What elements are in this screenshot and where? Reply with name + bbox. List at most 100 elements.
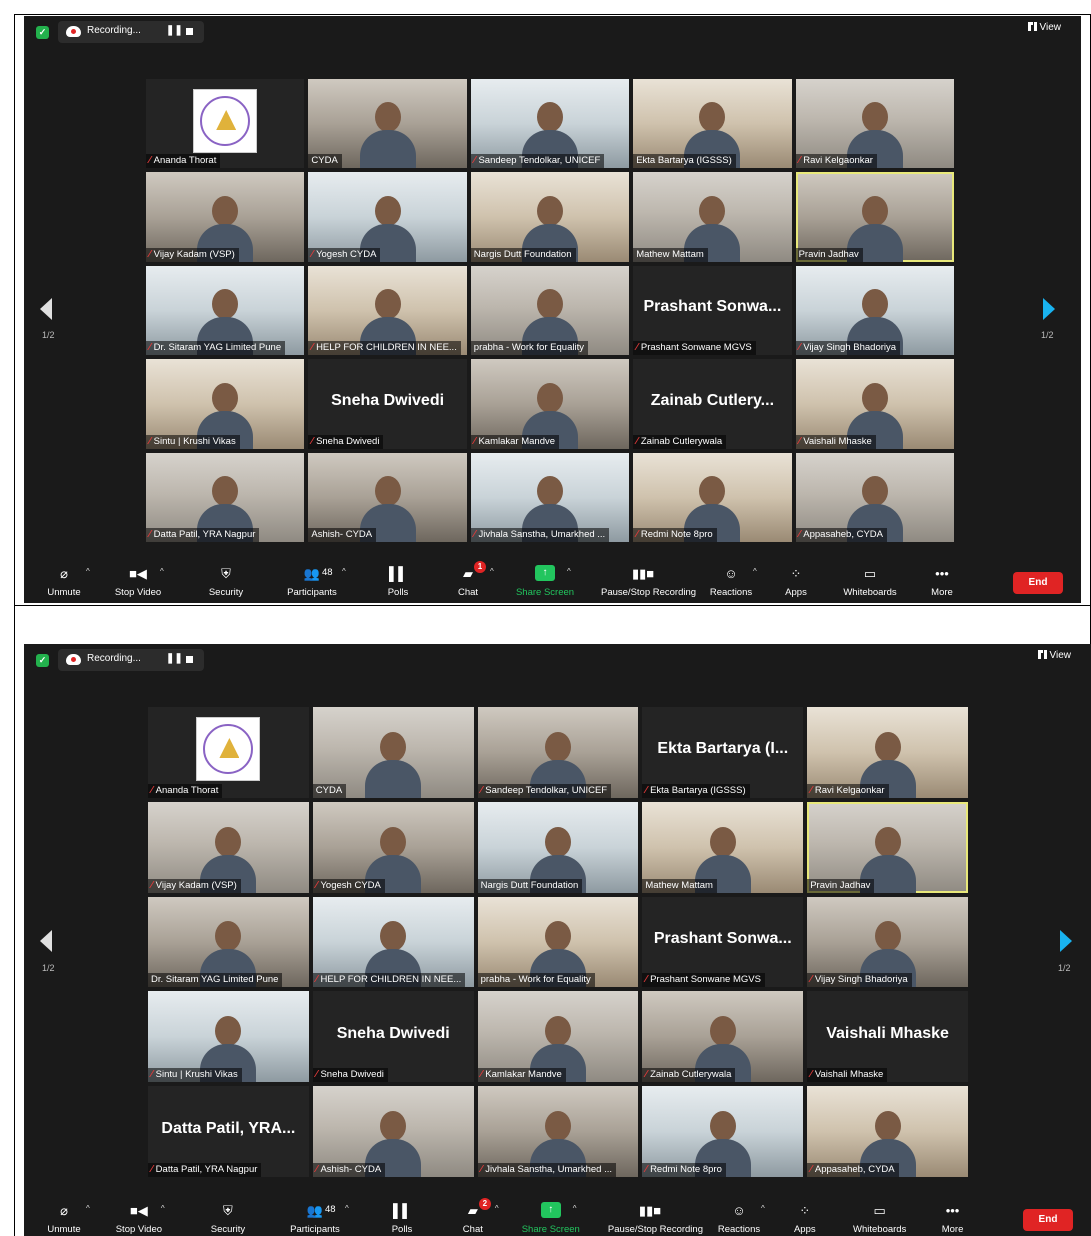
participant-tile[interactable]: Mathew Mattam	[633, 172, 792, 262]
pause-recording-icon[interactable]: ❚❚	[166, 25, 183, 36]
participant-tile[interactable]: Ekta Bartarya (I... ⁄ Ekta Bartarya (IGSSS…	[642, 707, 804, 798]
participant-tile[interactable]: Sneha Dwivedi ⁄ Sneha Dwivedi	[312, 991, 474, 1083]
whiteboards-button[interactable]: ▭ Whiteboards	[830, 559, 910, 603]
chevron-up-icon[interactable]: ^	[345, 1204, 349, 1213]
participant-tile[interactable]: ⁄ Ravi Kelgaonkar	[807, 707, 968, 798]
stop-video-button[interactable]: ■◀ ^ Stop Video	[99, 1196, 179, 1236]
chevron-up-icon[interactable]: ^	[573, 1204, 577, 1213]
unmute-button[interactable]: ⌀ ^ Unmute	[24, 1196, 104, 1236]
more-button[interactable]: ••• More	[913, 1196, 993, 1236]
end-meeting-button[interactable]: End	[1013, 572, 1063, 594]
participant-tile[interactable]: ⁄ Jivhala Sanstha, Umarkhed ...	[477, 1086, 639, 1177]
stop-recording-icon[interactable]	[186, 656, 193, 663]
chat-button[interactable]: ▰ ^ 2 Chat	[433, 1196, 513, 1236]
unmute-button[interactable]: ⌀ ^ Unmute	[24, 559, 104, 603]
participant-tile[interactable]: ⁄ HELP FOR CHILDREN IN NEE...	[312, 896, 474, 988]
participant-tile[interactable]: ⁄ Ravi Kelgaonkar	[795, 79, 954, 169]
participant-tile[interactable]: ⁄ Appasaheb, CYDA	[807, 1086, 968, 1177]
chat-button[interactable]: ▰ ^ 1 Chat	[428, 559, 508, 603]
encryption-shield-icon[interactable]: ✓	[36, 654, 49, 667]
participant-tile[interactable]: Mathew Mattam	[642, 801, 804, 893]
next-page-arrow-icon[interactable]	[1043, 298, 1055, 320]
pause-stop-recording-button[interactable]: ▮▮■ Pause/Stop Recording	[608, 1196, 703, 1236]
participant-tile[interactable]: ⁄ Vijay Singh Bhadoriya	[807, 896, 968, 988]
security-button[interactable]: ⛨ Security	[186, 559, 266, 603]
next-page-arrow-icon[interactable]	[1060, 930, 1072, 952]
prev-page-arrow-icon[interactable]	[40, 930, 52, 952]
participant-tile[interactable]: ⁄ Vijay Kadam (VSP)	[146, 172, 305, 262]
whiteboards-button[interactable]: ▭ Whiteboards	[840, 1196, 920, 1236]
participant-name: Vaishali Mhaske	[814, 1069, 884, 1081]
participant-tile[interactable]: ⁄ Redmi Note 8pro	[633, 452, 792, 542]
participant-tile[interactable]: Nargis Dutt Foundation	[477, 801, 639, 893]
top-bar: ✓ Recording... ❚❚ View	[24, 644, 1091, 676]
participant-tile[interactable]: ⁄ Sandeep Tendolkar, UNICEF	[477, 707, 639, 798]
end-meeting-button[interactable]: End	[1023, 1209, 1073, 1231]
chevron-up-icon[interactable]: ^	[161, 1204, 165, 1213]
view-button[interactable]: View	[1024, 22, 1066, 40]
stop-video-button[interactable]: ■◀ ^ Stop Video	[98, 559, 178, 603]
participant-tile[interactable]: Ekta Bartarya (IGSSS)	[633, 79, 792, 169]
participant-tile[interactable]: Ashish- CYDA	[308, 452, 467, 542]
stop-recording-icon[interactable]	[186, 28, 193, 35]
participant-tile[interactable]: ⁄ Jivhala Sanstha, Umarkhed ...	[470, 452, 630, 542]
participant-tile[interactable]: ⁄ HELP FOR CHILDREN IN NEE...	[308, 265, 467, 356]
participant-tile[interactable]: Sneha Dwivedi ⁄ Sneha Dwivedi	[308, 359, 467, 449]
share-screen-button[interactable]: ↑ ^ Share Screen	[505, 559, 585, 603]
chevron-up-icon[interactable]: ^	[495, 1204, 499, 1213]
participant-tile[interactable]: Pravin Jadhav	[807, 801, 968, 893]
encryption-shield-icon[interactable]: ✓	[36, 26, 49, 39]
participant-tile[interactable]: CYDA	[312, 707, 474, 798]
participant-tile[interactable]: Prashant Sonwa... ⁄ Prashant Sonwane MGVS	[633, 265, 792, 356]
chevron-up-icon[interactable]: ^	[86, 567, 90, 576]
participant-tile[interactable]: ⁄ Datta Patil, YRA Nagpur	[146, 452, 305, 542]
chevron-up-icon[interactable]: ^	[86, 1204, 90, 1213]
participant-tile[interactable]: ⁄ Dr. Sitaram YAG Limited Pune	[146, 265, 305, 356]
participant-tile[interactable]: ⁄ Vijay Singh Bhadoriya	[795, 265, 954, 356]
participant-tile[interactable]: ⁄ Sandeep Tendolkar, UNICEF	[470, 79, 630, 169]
participant-tile[interactable]: ⁄ Kamlakar Mandve	[477, 991, 639, 1083]
polls-button[interactable]: ▌▌ Polls	[362, 1196, 442, 1236]
silhouette-head	[374, 475, 401, 506]
more-button[interactable]: ••• More	[902, 559, 982, 603]
participant-tile[interactable]: Zainab Cutlery... ⁄ Zainab Cutlerywala	[633, 359, 792, 449]
security-button[interactable]: ⛨ Security	[188, 1196, 268, 1236]
participant-tile[interactable]: ⁄ Vaishali Mhaske	[795, 359, 954, 449]
prev-page-arrow-icon[interactable]	[40, 298, 52, 320]
participant-tile[interactable]: ⁄ Ananda Thorat	[148, 707, 309, 798]
pause-recording-icon[interactable]: ❚❚	[166, 653, 183, 664]
participants-button[interactable]: 👥 ^ 48 Participants	[272, 559, 352, 603]
participant-tile[interactable]: ⁄ Ananda Thorat	[146, 79, 305, 169]
participant-tile[interactable]: CYDA	[308, 79, 467, 169]
participant-tile[interactable]: Vaishali Mhaske ⁄ Vaishali Mhaske	[807, 991, 968, 1083]
apps-button[interactable]: ⁘ Apps	[756, 559, 836, 603]
view-button[interactable]: View	[1034, 650, 1076, 668]
participant-name: Prashant Sonwane MGVS	[650, 974, 761, 986]
participant-tile[interactable]: prabha - Work for Equality	[470, 265, 630, 356]
chevron-up-icon[interactable]: ^	[160, 567, 164, 576]
participants-button[interactable]: 👥 ^ 48 Participants	[275, 1196, 355, 1236]
participant-tile[interactable]: Nargis Dutt Foundation	[470, 172, 630, 262]
chevron-up-icon[interactable]: ^	[567, 567, 571, 576]
pause-stop-recording-button[interactable]: ▮▮■ Pause/Stop Recording	[601, 559, 696, 603]
apps-button[interactable]: ⁘ Apps	[765, 1196, 845, 1236]
participant-tile[interactable]: ⁄ Ashish- CYDA	[312, 1086, 474, 1177]
polls-button[interactable]: ▌▌ Polls	[358, 559, 438, 603]
participant-tile[interactable]: ⁄ Yogesh CYDA	[312, 801, 474, 893]
participant-tile[interactable]: ⁄ Sintu | Krushi Vikas	[148, 991, 309, 1083]
participant-tile[interactable]: ⁄ Redmi Note 8pro	[642, 1086, 804, 1177]
participant-tile[interactable]: Dr. Sitaram YAG Limited Pune	[148, 896, 309, 988]
participant-tile[interactable]: ⁄ Kamlakar Mandve	[470, 359, 630, 449]
participant-tile[interactable]: ⁄ Vijay Kadam (VSP)	[148, 801, 309, 893]
share-screen-button[interactable]: ↑ ^ Share Screen	[511, 1196, 591, 1236]
participant-tile[interactable]: ⁄ Zainab Cutlerywala	[642, 991, 804, 1083]
chevron-up-icon[interactable]: ^	[490, 567, 494, 576]
participant-tile[interactable]: prabha - Work for Equality	[477, 896, 639, 988]
participant-tile[interactable]: ⁄ Yogesh CYDA	[308, 172, 467, 262]
participant-tile[interactable]: Prashant Sonwa... ⁄ Prashant Sonwane MGVS	[642, 896, 804, 988]
chevron-up-icon[interactable]: ^	[342, 567, 346, 576]
participant-tile[interactable]: Datta Patil, YRA... ⁄ Datta Patil, YRA Nag…	[148, 1086, 309, 1177]
participant-tile[interactable]: ⁄ Sintu | Krushi Vikas	[146, 359, 305, 449]
participant-tile[interactable]: ⁄ Appasaheb, CYDA	[795, 452, 954, 542]
participant-tile[interactable]: Pravin Jadhav	[795, 172, 954, 262]
